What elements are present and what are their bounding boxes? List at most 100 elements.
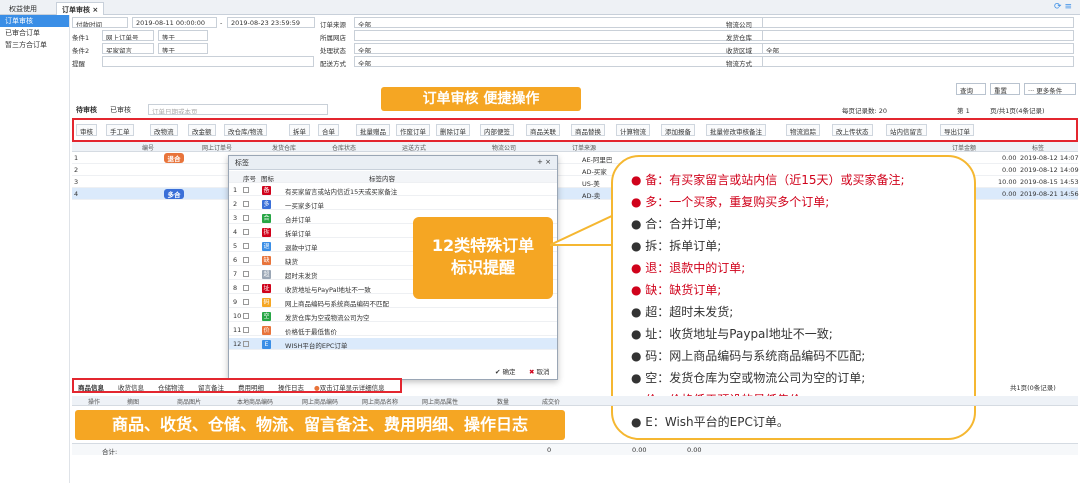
dialog-tag-row[interactable]: 1 备 有买家留言或站内信近15天或买家备注 [229, 184, 557, 196]
action-toolbar: 审核 手工单 改物流 改金额 改仓库/物流 拆单 合单 批量赠品 作废订单 删除… [72, 118, 1078, 142]
checkbox[interactable] [243, 285, 249, 291]
sidebar-item-merged[interactable]: 已审合订单 [0, 27, 69, 39]
toolbar-button[interactable]: 审核 [76, 124, 97, 136]
order-source-select[interactable]: 全部 [354, 17, 764, 28]
dialog-tag-row[interactable]: 10 空 发货仓库为空或物流公司为空 [229, 310, 557, 322]
checkbox[interactable] [243, 215, 249, 221]
callout-mid: 12类特殊订单 标识提醒 [413, 217, 553, 299]
toolbar-button[interactable]: 计算物流 [616, 124, 650, 136]
cond2-op-select[interactable]: 等于 [158, 43, 208, 54]
checkbox[interactable] [243, 271, 249, 277]
toolbar-button[interactable]: 合单 [318, 124, 339, 136]
toolbar-button[interactable]: 批量赠品 [356, 124, 390, 136]
toolbar-button[interactable]: 商品替换 [571, 124, 605, 136]
tag-icon: 备 [262, 186, 271, 195]
time-type-select[interactable]: 付款时间 [72, 17, 128, 28]
legend-line: ● 退：退款中的订单; [631, 261, 746, 275]
tag-icon: 拆 [262, 228, 271, 237]
cond2-label: 条件2 [72, 47, 90, 55]
toolbar-button[interactable]: 导出订单 [940, 124, 974, 136]
delivery-select[interactable]: 全部 [354, 56, 764, 67]
toolbar-button[interactable]: 商品关联 [526, 124, 560, 136]
shop-select[interactable] [354, 30, 764, 41]
logistics-select[interactable] [762, 17, 1074, 28]
cond2-field-select[interactable]: 买家留言 [102, 43, 154, 54]
page-number[interactable]: 第 1 [957, 105, 970, 115]
toolbar-button[interactable]: 改物流 [150, 124, 178, 136]
tab-notes[interactable]: 留言备注 [198, 382, 224, 392]
search-input[interactable]: 订单日期或本页 [148, 104, 328, 115]
toolbar-button[interactable]: 手工单 [106, 124, 134, 136]
tag-badge: 退合 [164, 153, 184, 163]
date-from-input[interactable]: 2019-08-11 00:00:00 [132, 17, 217, 28]
col-header: 仓库状态 [332, 145, 357, 152]
reset-button[interactable]: 重置 [990, 83, 1020, 95]
checkbox[interactable] [243, 257, 249, 263]
pager-bottom: 共1页(0条记录) [1010, 384, 1056, 392]
toolbar-button[interactable]: 内部便签 [480, 124, 514, 136]
detail-tabs: 商品信息 收货信息 仓储物流 留言备注 费用明细 操作日志 ●双击订单显示详细信… [72, 378, 402, 393]
cond1-op-select[interactable]: 等于 [158, 30, 208, 41]
tag-icon: 退 [262, 242, 271, 251]
cond1-field-select[interactable]: 网上订单号 [102, 30, 154, 41]
toolbar-button[interactable]: 删除订单 [436, 124, 470, 136]
tab-log[interactable]: 操作日志 [278, 382, 304, 392]
tag-icon: 址 [262, 284, 271, 293]
tab-receive[interactable]: 收货信息 [118, 382, 144, 392]
col-header: 物流公司 [492, 145, 517, 152]
table-header: 编号 网上订单号 发货仓库 仓库状态 运送方式 物流公司 订单来源 订单金额 标… [72, 142, 1078, 152]
collection-select[interactable]: 全部 [762, 43, 1074, 54]
tag-icon: 码 [262, 298, 271, 307]
toolbar-button[interactable]: 批量修改审核备注 [706, 124, 766, 136]
toolbar-button[interactable]: 改上传状态 [832, 124, 873, 136]
toolbar-button[interactable]: 拆单 [289, 124, 310, 136]
tag-icon: 价 [262, 326, 271, 335]
tag-icon: E [262, 340, 271, 349]
toolbar-button[interactable]: 站内信留言 [886, 124, 927, 136]
checkbox[interactable] [243, 187, 249, 193]
tab-pending[interactable]: 待审核 [76, 105, 97, 115]
checkbox[interactable] [243, 201, 249, 207]
page-total: 页/共1页(4条记录) [990, 107, 1045, 115]
sidebar-item-thirdparty[interactable]: 暂三方合订单 [0, 39, 69, 51]
dialog-tag-row[interactable]: 12 E WISH平台的EPC订单 [229, 338, 557, 350]
checkbox[interactable] [243, 243, 249, 249]
ok-button[interactable]: ✔ 确定 [495, 366, 516, 376]
warehouse-select[interactable] [762, 30, 1074, 41]
legend-line: ● 址：收货地址与Paypal地址不一致; [631, 327, 833, 341]
tab-order-review[interactable]: 订单审核 × [56, 2, 105, 15]
tab-reviewed[interactable]: 已审核 [110, 105, 131, 115]
close-icon[interactable]: + × [537, 158, 551, 166]
cancel-button[interactable]: ✖ 取消 [529, 366, 550, 376]
toolbar-button[interactable]: 改仓库/物流 [224, 124, 267, 136]
tab-storage[interactable]: 仓储物流 [158, 382, 184, 392]
query-button[interactable]: 查询 [956, 83, 986, 95]
checkbox[interactable] [243, 229, 249, 235]
tab-goods[interactable]: 商品信息 [78, 382, 104, 392]
col-header: 编号 [142, 145, 155, 152]
checkbox[interactable] [243, 341, 249, 347]
reminder-input[interactable] [102, 56, 314, 67]
dialog-tag-row[interactable]: 11 价 价格低于最低售价 [229, 324, 557, 336]
legend-line: ● 合：合并订单; [631, 217, 722, 231]
track-select[interactable] [762, 56, 1074, 67]
col-header: 网上订单号 [202, 145, 233, 152]
legend-line: ● E：Wish平台的EPC订单。 [631, 415, 789, 429]
refresh-icon[interactable]: ⟳ ≡ [1054, 2, 1072, 12]
checkbox[interactable] [243, 299, 249, 305]
toolbar-button[interactable]: 物流追踪 [786, 124, 820, 136]
dialog-tag-row[interactable]: 2 多 一买家多订单 [229, 198, 557, 210]
track-label: 物流方式 [726, 60, 752, 68]
checkbox[interactable] [243, 313, 249, 319]
more-conditions-button[interactable]: ··· 更多条件 [1024, 83, 1076, 95]
sidebar-item-review[interactable]: 订单审核 [0, 15, 69, 27]
tab-fees[interactable]: 费用明细 [238, 382, 264, 392]
page-size-label[interactable]: 每页记录数: 20 [842, 105, 887, 115]
status-select[interactable]: 全部 [354, 43, 764, 54]
toolbar-button[interactable]: 改金额 [188, 124, 216, 136]
toolbar-button[interactable]: 作废订单 [396, 124, 430, 136]
tab-home[interactable]: 权益使用 [4, 2, 42, 15]
checkbox[interactable] [243, 327, 249, 333]
date-to-input[interactable]: 2019-08-23 23:59:59 [227, 17, 315, 28]
toolbar-button[interactable]: 添加报备 [661, 124, 695, 136]
